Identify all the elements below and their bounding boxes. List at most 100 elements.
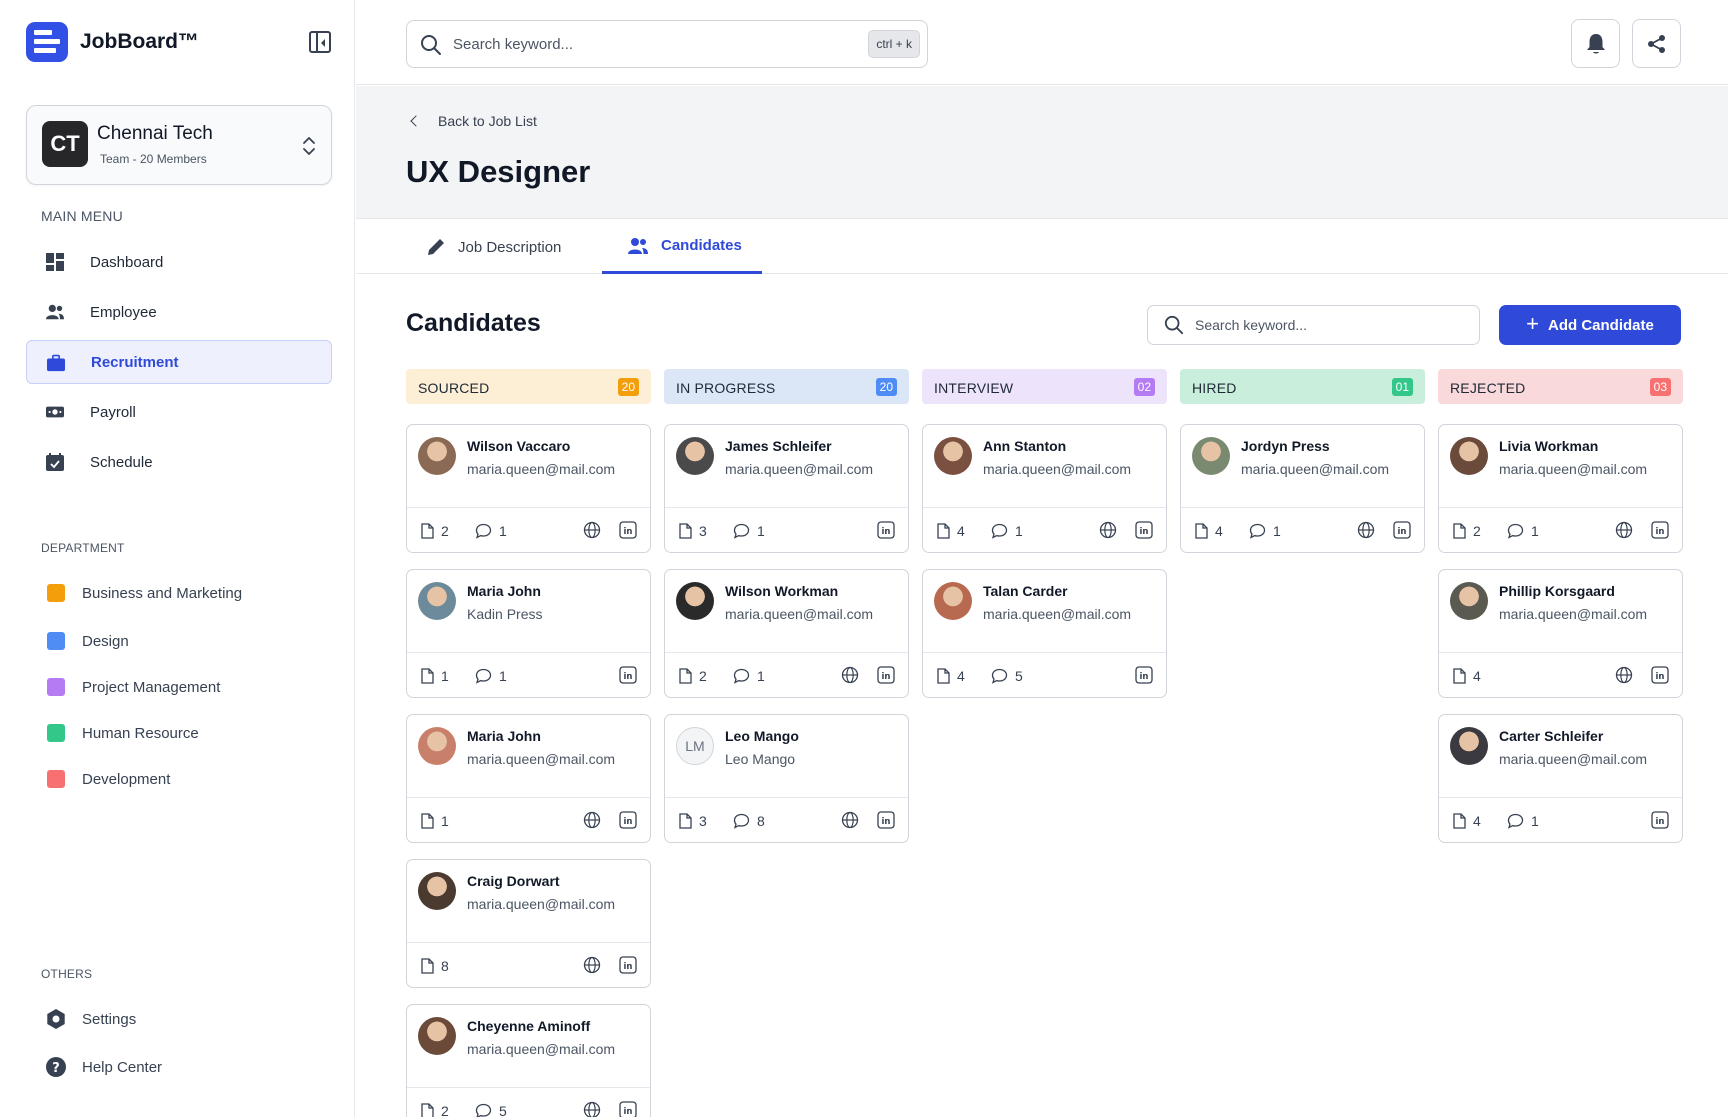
- documents-count[interactable]: 4: [937, 523, 965, 539]
- globe-icon[interactable]: [1615, 666, 1633, 684]
- candidate-card[interactable]: Cheyenne Aminoff maria.queen@mail.com 2 5 in: [406, 1004, 651, 1117]
- add-candidate-button[interactable]: + Add Candidate: [1499, 305, 1681, 345]
- candidate-card[interactable]: Livia Workman maria.queen@mail.com 2 1 in: [1438, 424, 1683, 553]
- candidate-card[interactable]: Wilson Vaccaro maria.queen@mail.com 2 1 in: [406, 424, 651, 553]
- comments-count[interactable]: 1: [1507, 813, 1539, 829]
- sidebar-item-employee[interactable]: Employee: [26, 290, 332, 334]
- documents-count[interactable]: 2: [1453, 523, 1481, 539]
- comments-count[interactable]: 1: [475, 523, 507, 539]
- sidebar-item-help-center[interactable]: ? Help Center: [26, 1050, 332, 1084]
- globe-icon[interactable]: [1615, 521, 1633, 539]
- department-design[interactable]: Design: [26, 624, 332, 658]
- linkedin-link[interactable]: in: [619, 1101, 637, 1117]
- documents-count[interactable]: 4: [937, 668, 965, 684]
- documents-count[interactable]: 3: [679, 523, 707, 539]
- comments-count[interactable]: 5: [475, 1103, 507, 1117]
- website-link[interactable]: [841, 666, 859, 689]
- documents-count[interactable]: 1: [421, 668, 449, 684]
- linkedin-link[interactable]: in: [1135, 521, 1153, 544]
- candidate-card[interactable]: Maria John maria.queen@mail.com 1 in: [406, 714, 651, 843]
- linkedin-link[interactable]: in: [1135, 666, 1153, 689]
- comments-count[interactable]: 1: [991, 523, 1023, 539]
- sidebar-item-dashboard[interactable]: Dashboard: [26, 240, 332, 284]
- globe-icon[interactable]: [583, 521, 601, 539]
- candidate-card[interactable]: Ann Stanton maria.queen@mail.com 4 1 in: [922, 424, 1167, 553]
- sidebar-item-recruitment[interactable]: Recruitment: [26, 340, 332, 384]
- documents-count[interactable]: 2: [679, 668, 707, 684]
- comments-count[interactable]: 5: [991, 668, 1023, 684]
- documents-count[interactable]: 4: [1195, 523, 1223, 539]
- website-link[interactable]: [1615, 521, 1633, 544]
- globe-icon[interactable]: [583, 956, 601, 974]
- candidate-card[interactable]: Phillip Korsgaard maria.queen@mail.com 4 in: [1438, 569, 1683, 698]
- linkedin-link[interactable]: in: [877, 666, 895, 689]
- globe-icon[interactable]: [1357, 521, 1375, 539]
- linkedin-link[interactable]: in: [1651, 666, 1669, 689]
- comments-count[interactable]: 1: [475, 668, 507, 684]
- tab-candidates[interactable]: Candidates: [602, 220, 762, 274]
- linkedin-icon[interactable]: in: [619, 666, 637, 684]
- linkedin-icon[interactable]: in: [1393, 521, 1411, 539]
- linkedin-icon[interactable]: in: [1135, 521, 1153, 539]
- documents-count[interactable]: 4: [1453, 813, 1481, 829]
- linkedin-link[interactable]: in: [619, 956, 637, 979]
- comments-count[interactable]: 1: [733, 523, 765, 539]
- candidate-search-input[interactable]: Search keyword...: [1195, 317, 1307, 333]
- tab-job-description[interactable]: Job Description: [426, 220, 561, 274]
- website-link[interactable]: [583, 1101, 601, 1117]
- org-switcher[interactable]: CT Chennai Tech Team - 20 Members: [26, 105, 332, 185]
- search-input[interactable]: Search keyword...: [453, 36, 573, 53]
- department-human-resource[interactable]: Human Resource: [26, 716, 332, 750]
- linkedin-icon[interactable]: in: [619, 521, 637, 539]
- linkedin-icon[interactable]: in: [1651, 811, 1669, 829]
- documents-count[interactable]: 8: [421, 958, 449, 974]
- candidate-card[interactable]: Wilson Workman maria.queen@mail.com 2 1 in: [664, 569, 909, 698]
- website-link[interactable]: [1615, 666, 1633, 689]
- linkedin-link[interactable]: in: [619, 811, 637, 834]
- website-link[interactable]: [583, 521, 601, 544]
- linkedin-link[interactable]: in: [877, 811, 895, 834]
- candidate-card[interactable]: Craig Dorwart maria.queen@mail.com 8 in: [406, 859, 651, 988]
- candidate-card[interactable]: James Schleifer maria.queen@mail.com 3 1 in: [664, 424, 909, 553]
- linkedin-icon[interactable]: in: [1651, 666, 1669, 684]
- share-button[interactable]: [1632, 19, 1681, 68]
- brand-logo[interactable]: JobBoard™: [26, 22, 199, 62]
- comments-count[interactable]: 1: [1249, 523, 1281, 539]
- website-link[interactable]: [841, 811, 859, 834]
- linkedin-icon[interactable]: in: [1135, 666, 1153, 684]
- globe-icon[interactable]: [583, 811, 601, 829]
- back-link[interactable]: Back to Job List: [406, 113, 537, 129]
- linkedin-link[interactable]: in: [1651, 521, 1669, 544]
- linkedin-link[interactable]: in: [619, 521, 637, 544]
- documents-count[interactable]: 2: [421, 1103, 449, 1117]
- candidate-card[interactable]: Maria John Kadin Press 1 1 in: [406, 569, 651, 698]
- candidate-card[interactable]: Jordyn Press maria.queen@mail.com 4 1 in: [1180, 424, 1425, 553]
- linkedin-icon[interactable]: in: [877, 666, 895, 684]
- linkedin-link[interactable]: in: [1393, 521, 1411, 544]
- sidebar-item-schedule[interactable]: Schedule: [26, 440, 332, 484]
- candidate-card[interactable]: Carter Schleifer maria.queen@mail.com 4 1 in: [1438, 714, 1683, 843]
- department-development[interactable]: Development: [26, 762, 332, 796]
- notifications-button[interactable]: [1571, 19, 1620, 68]
- linkedin-icon[interactable]: in: [1651, 521, 1669, 539]
- candidate-search[interactable]: Search keyword...: [1147, 305, 1480, 345]
- linkedin-icon[interactable]: in: [877, 811, 895, 829]
- linkedin-icon[interactable]: in: [877, 521, 895, 539]
- documents-count[interactable]: 3: [679, 813, 707, 829]
- website-link[interactable]: [1099, 521, 1117, 544]
- comments-count[interactable]: 1: [1507, 523, 1539, 539]
- linkedin-icon[interactable]: in: [619, 811, 637, 829]
- globe-icon[interactable]: [1099, 521, 1117, 539]
- globe-icon[interactable]: [583, 1101, 601, 1117]
- website-link[interactable]: [1357, 521, 1375, 544]
- department-project-management[interactable]: Project Management: [26, 670, 332, 704]
- linkedin-icon[interactable]: in: [619, 1101, 637, 1117]
- globe-icon[interactable]: [841, 811, 859, 829]
- global-search[interactable]: Search keyword... ctrl + k: [406, 20, 928, 68]
- comments-count[interactable]: 1: [733, 668, 765, 684]
- comments-count[interactable]: 8: [733, 813, 765, 829]
- globe-icon[interactable]: [841, 666, 859, 684]
- website-link[interactable]: [583, 811, 601, 834]
- linkedin-link[interactable]: in: [877, 521, 895, 544]
- linkedin-link[interactable]: in: [1651, 811, 1669, 834]
